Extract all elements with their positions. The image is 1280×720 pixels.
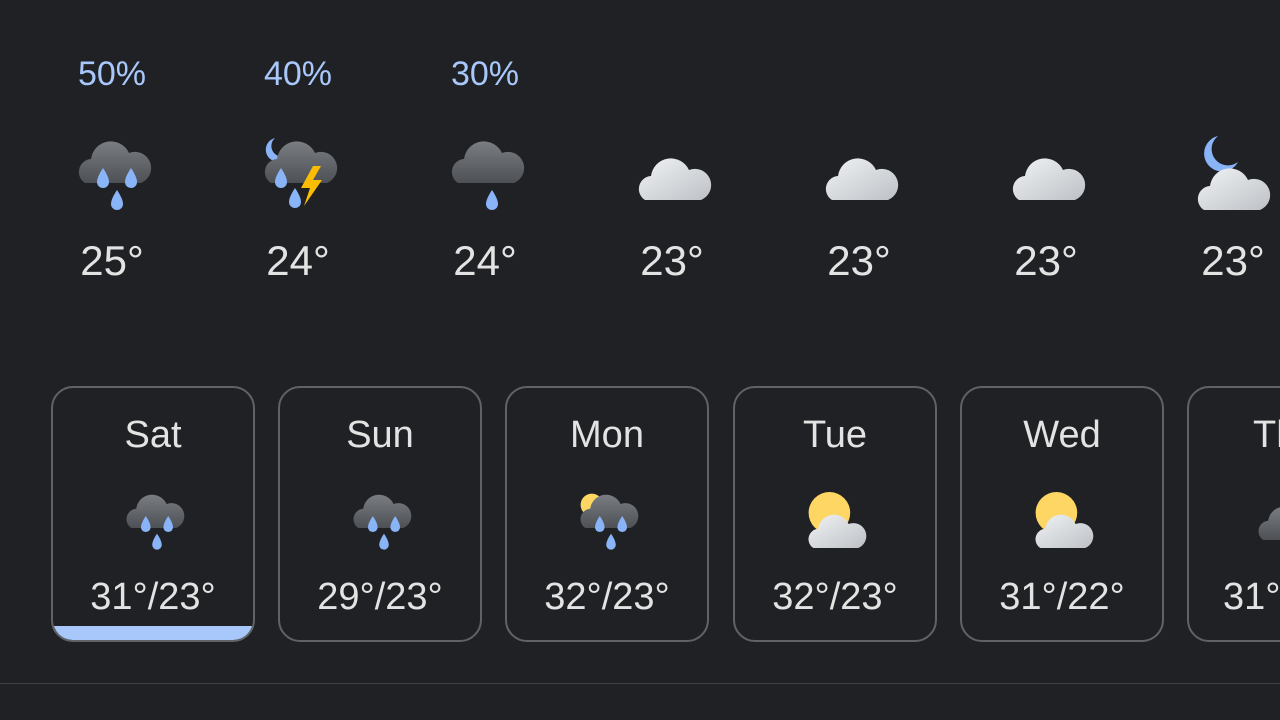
hourly-item[interactable]: 50% 25°	[42, 0, 182, 330]
hourly-item[interactable]: 23°	[602, 0, 742, 330]
hourly-temperature: 25°	[80, 237, 144, 284]
hourly-temperature: 23°	[1201, 237, 1265, 284]
precipitation-chance: 40%	[263, 55, 333, 93]
day-card[interactable]: Wed 31°/22°	[960, 386, 1164, 642]
hourly-item[interactable]: 23°	[789, 0, 929, 330]
day-card[interactable]: Sun 29°/23°	[278, 386, 482, 642]
night-partly-cloudy-icon	[1188, 128, 1278, 218]
day-name: Mon	[570, 414, 644, 456]
hourly-item[interactable]: 30% 24°	[415, 0, 555, 330]
precipitation-chance: 50%	[77, 55, 147, 93]
day-name: Th	[1253, 414, 1280, 456]
day-name: Wed	[1023, 414, 1101, 456]
partly-sunny-icon	[799, 484, 871, 556]
partly-sunny-icon	[1026, 484, 1098, 556]
hourly-temperature: 23°	[640, 237, 704, 284]
cloudy-icon	[627, 128, 717, 218]
precipitation-chance	[602, 52, 742, 96]
day-name: Sun	[346, 414, 414, 456]
precipitation-chance	[789, 52, 929, 96]
precipitation-chance	[976, 52, 1116, 96]
precipitation-chance	[1163, 52, 1280, 96]
heavy-rain-cloud-icon	[67, 128, 157, 218]
cloud-icon	[1249, 484, 1280, 556]
selected-indicator	[53, 626, 253, 640]
day-card[interactable]: Mon 32°/23°	[505, 386, 709, 642]
day-card-selected[interactable]: Sat 31°/23°	[51, 386, 255, 642]
hourly-temperature: 24°	[266, 237, 330, 284]
day-card[interactable]: Tue 32°/23°	[733, 386, 937, 642]
precipitation-chance: 30%	[450, 55, 520, 93]
temperature-range: 32°/23°	[544, 576, 670, 618]
day-name: Tue	[802, 414, 868, 456]
divider	[0, 683, 1280, 684]
temperature-range: 32°/23°	[772, 576, 898, 618]
hourly-item[interactable]: 23°	[1163, 0, 1280, 330]
cloudy-icon	[1001, 128, 1091, 218]
hourly-temperature: 23°	[1014, 237, 1078, 284]
weather-forecast-panel: 50% 25° 40% 24° 30% 24° 23° 23° 23° 23° …	[0, 0, 1280, 720]
hourly-item[interactable]: 23°	[976, 0, 1116, 330]
temperature-range: 29°/23°	[317, 576, 443, 618]
cloudy-icon	[814, 128, 904, 218]
temperature-range: 31°/23°	[90, 576, 216, 618]
light-rain-cloud-icon	[440, 128, 530, 218]
daily-forecast: Sat 31°/23° Sun 29°/23° Mon 32°/23° Tue …	[0, 384, 1280, 648]
temperature-range: 31°	[1223, 576, 1280, 618]
sun-rain-cloud-icon	[571, 484, 643, 556]
hourly-temperature: 23°	[827, 237, 891, 284]
heavy-rain-cloud-icon	[344, 484, 416, 556]
night-thunderstorm-rain-icon	[253, 128, 343, 218]
temperature-range: 31°/22°	[999, 576, 1125, 618]
day-name: Sat	[124, 414, 182, 456]
hourly-forecast: 50% 25° 40% 24° 30% 24° 23° 23° 23° 23°	[0, 0, 1280, 330]
hourly-temperature: 24°	[453, 237, 517, 284]
hourly-item[interactable]: 40% 24°	[228, 0, 368, 330]
day-card-partial[interactable]: Th 31°	[1187, 386, 1280, 642]
heavy-rain-cloud-icon	[117, 484, 189, 556]
